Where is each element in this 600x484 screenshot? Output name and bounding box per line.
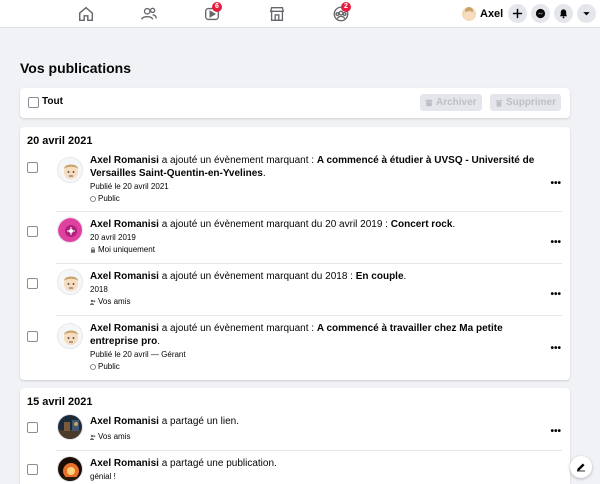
divider [56,315,562,316]
account-menu-button[interactable] [577,4,596,23]
page-title: Vos publications [20,60,131,76]
home-icon[interactable] [77,5,95,23]
item-author[interactable]: Axel Romanisi [90,458,159,469]
privacy-label: Public [98,194,120,203]
select-all-label: Tout [42,96,63,107]
item-checkbox[interactable] [27,226,38,237]
profile-shortcut[interactable]: Axel [462,5,503,23]
item-caption: génial ! [90,472,116,481]
item-date: Publié le 20 avril 2021 [90,182,169,191]
friends-icon [90,434,96,440]
more-options-button[interactable]: ••• [550,343,561,354]
item-action: a partagé un lien. [158,416,239,427]
item-checkbox[interactable] [27,331,38,342]
privacy-indicator: Vos amis [90,296,535,308]
section-date: 15 avril 2021 [27,396,93,408]
delete-button[interactable]: Supprimer [490,94,562,111]
item-author[interactable]: Axel Romanisi [90,155,159,166]
select-all-checkbox[interactable] [28,97,39,108]
item-date: 20 avril 2019 [90,233,136,242]
more-options-button[interactable]: ••• [550,237,561,248]
item-action: a ajouté un évènement marquant du 20 avr… [158,219,391,230]
item-date: 2018 [90,285,108,294]
divider [56,211,562,212]
item-author[interactable]: Axel Romanisi [90,323,159,334]
privacy-label: Vos amis [98,297,131,306]
delete-label: Supprimer [506,97,557,108]
item-object[interactable]: En couple [356,271,404,282]
item-checkbox[interactable] [27,464,38,475]
privacy-label: Moi uniquement [98,245,155,254]
avatar [57,323,83,349]
publications-section: 15 avril 2021 Axel Romanisi a partagé un… [20,388,570,484]
notifications-button[interactable] [554,4,573,23]
item-suffix: . [157,336,161,347]
avatar [57,157,83,183]
privacy-indicator: Public [90,193,535,205]
bulk-actions-toolbar: Tout Archiver Supprimer [20,88,570,118]
plus-icon [512,8,523,19]
item-action: a partagé une publication. [158,458,277,469]
item-author[interactable]: Axel Romanisi [90,416,159,427]
top-navigation-bar: 6 2 Axel [0,0,600,28]
event-thumbnail [57,217,83,243]
lock-icon [91,247,95,253]
post-thumbnail [57,456,83,482]
item-action: a ajouté un évènement marquant : [158,155,317,166]
privacy-label: Public [98,362,120,371]
more-options-button[interactable]: ••• [550,426,561,437]
archive-icon [425,99,433,106]
item-suffix: . [403,271,407,282]
avatar [57,269,83,295]
friends-icon[interactable] [140,5,158,23]
more-options-button[interactable]: ••• [550,289,561,300]
chevron-down-icon [583,12,590,16]
divider [56,263,562,264]
new-message-button[interactable] [570,456,592,478]
privacy-indicator: Vos amis [90,431,535,443]
create-button[interactable] [508,4,527,23]
item-checkbox[interactable] [27,278,38,289]
privacy-indicator: Public [90,361,535,373]
item-suffix: . [452,219,456,230]
section-date: 20 avril 2021 [27,135,93,147]
watch-icon[interactable]: 6 [203,2,222,23]
item-author[interactable]: Axel Romanisi [90,219,159,230]
notifications-icon [559,9,568,19]
item-object[interactable]: Concert rock [391,219,453,230]
publications-section: 20 avril 2021 Axel Romanisi a ajouté un … [20,127,570,380]
watch-badge: 6 [212,2,222,12]
item-checkbox[interactable] [27,422,38,433]
item-action: a ajouté un évènement marquant du 2018 : [158,271,356,282]
item-date: Publié le 20 avril — Gérant [90,350,186,359]
privacy-indicator: Moi uniquement [90,244,535,256]
compose-icon [577,463,585,472]
archive-button[interactable]: Archiver [420,94,482,111]
item-author[interactable]: Axel Romanisi [90,271,159,282]
globe-icon [90,196,96,202]
link-thumbnail [57,414,83,440]
profile-name: Axel [480,8,504,20]
divider [56,450,562,451]
archive-label: Archiver [436,97,477,108]
marketplace-icon[interactable] [268,5,286,23]
item-suffix: . [262,168,266,179]
item-checkbox[interactable] [27,162,38,173]
item-action: a ajouté un évènement marquant : [158,323,317,334]
messenger-icon [535,8,546,19]
globe-icon [90,364,96,370]
groups-icon[interactable]: 2 [332,2,351,23]
friends-icon [90,299,96,305]
avatar [462,7,476,21]
more-options-button[interactable]: ••• [550,178,561,189]
privacy-label: Vos amis [98,432,131,441]
groups-badge: 2 [341,2,351,12]
messenger-button[interactable] [531,4,550,23]
trash-icon [495,99,503,107]
